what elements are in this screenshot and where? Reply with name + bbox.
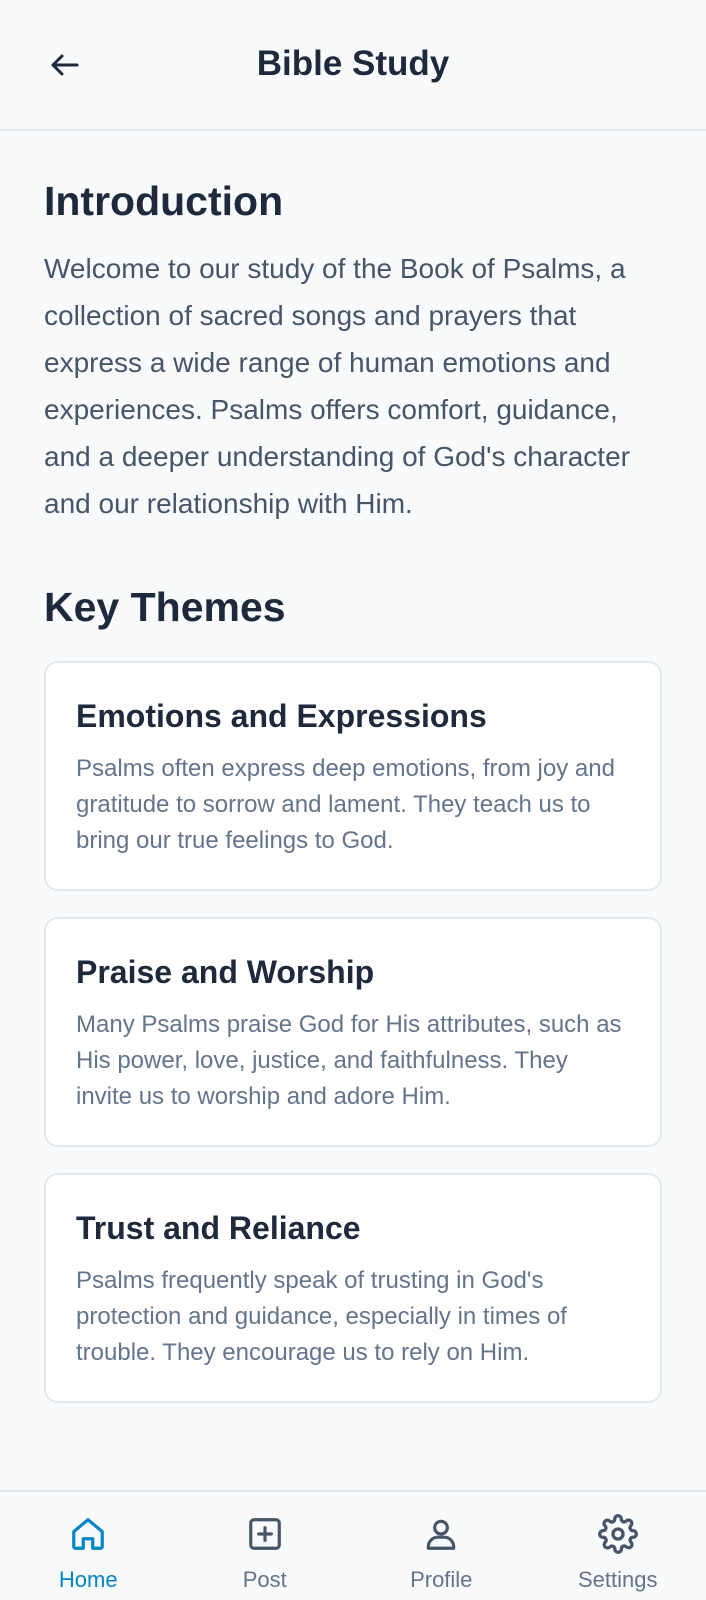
theme-card-text: Many Psalms praise God for His attribute… — [76, 1011, 622, 1110]
nav-item-post[interactable]: Post — [177, 1492, 354, 1600]
nav-label-home: Home — [58, 1567, 118, 1592]
gear-icon — [597, 1514, 638, 1554]
bottom-navigation: Home Post Profile Settings — [0, 1490, 706, 1600]
key-themes-heading: Key Themes — [44, 584, 286, 630]
home-icon — [68, 1514, 108, 1554]
nav-item-profile[interactable]: Profile — [353, 1492, 530, 1600]
nav-label-profile: Profile — [410, 1567, 473, 1592]
nav-label-settings: Settings — [578, 1567, 658, 1592]
introduction-text: Welcome to our study of the Book of Psal… — [44, 253, 630, 519]
app-header: Bible Study — [0, 0, 706, 131]
theme-card[interactable]: Praise and Worship Many Psalms praise Go… — [44, 917, 662, 1147]
plus-square-icon — [245, 1514, 285, 1554]
user-icon — [421, 1514, 461, 1554]
theme-card-list: Emotions and Expressions Psalms often ex… — [44, 661, 662, 1403]
introduction-heading: Introduction — [44, 178, 284, 224]
page-title: Bible Study — [256, 44, 450, 83]
nav-item-settings[interactable]: Settings — [530, 1492, 706, 1600]
theme-card[interactable]: Emotions and Expressions Psalms often ex… — [44, 661, 662, 891]
theme-card[interactable]: Trust and Reliance Psalms frequently spe… — [44, 1173, 662, 1403]
theme-card-title: Praise and Worship — [76, 954, 375, 990]
theme-card-text: Psalms frequently speak of trusting in G… — [76, 1267, 567, 1366]
nav-item-home[interactable]: Home — [0, 1492, 177, 1600]
theme-card-title: Emotions and Expressions — [76, 698, 487, 734]
main-content[interactable]: Introduction Welcome to our study of the… — [0, 131, 706, 1490]
theme-card-text: Psalms often express deep emotions, from… — [76, 755, 615, 854]
nav-label-post: Post — [242, 1567, 287, 1592]
theme-card-title: Trust and Reliance — [76, 1210, 361, 1246]
